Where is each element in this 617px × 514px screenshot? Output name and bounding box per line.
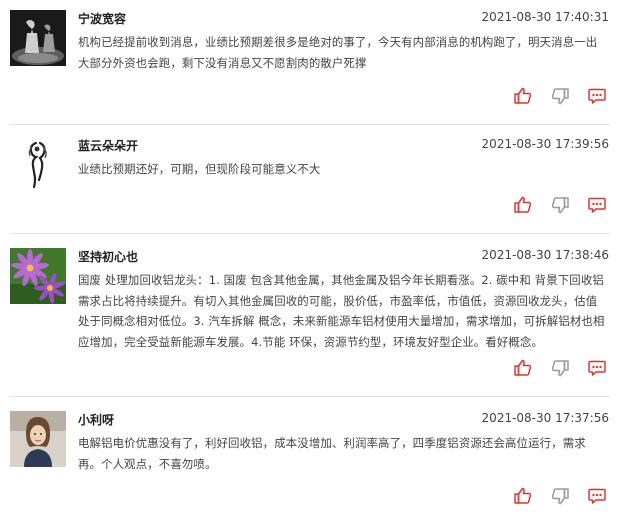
comment-text: 国废 处理加回收铝龙头：1. 国废 包含其他金属，其他金属及铝今年长期看涨。2.…: [78, 273, 605, 349]
reply-button[interactable]: [586, 194, 608, 216]
thumbs-down-icon: [551, 488, 569, 505]
username[interactable]: 小利呀: [78, 411, 114, 428]
thumbs-up-icon: [514, 196, 532, 213]
dislike-button[interactable]: [549, 357, 571, 379]
reply-button[interactable]: [586, 357, 608, 379]
avatar[interactable]: [10, 137, 66, 193]
comment-actions: [512, 85, 608, 107]
thumbs-down-icon: [551, 197, 569, 214]
like-button[interactable]: [512, 485, 534, 507]
reply-button[interactable]: [586, 485, 608, 507]
comment-item: 坚持初心也 2021-08-30 17:38:46 国废 处理加回收铝龙头：1.…: [10, 248, 610, 383]
comment-item: 小利呀 2021-08-30 17:37:56 电解铝电价优惠没有了，利好回收铝…: [10, 411, 610, 511]
thumbs-down-icon: [551, 360, 569, 377]
username[interactable]: 宁波宽容: [78, 10, 126, 27]
dislike-button[interactable]: [549, 85, 571, 107]
avatar[interactable]: [10, 10, 66, 66]
comment-actions: [512, 194, 608, 216]
comment-text: 机构已经提前收到消息，业绩比预期差很多是绝对的事了，今天有内部消息的机构跑了，明…: [78, 35, 598, 70]
divider: [10, 124, 610, 125]
thumbs-down-icon: [551, 88, 569, 105]
thumbs-up-icon: [514, 359, 532, 376]
timestamp: 2021-08-30 17:38:46: [481, 248, 609, 262]
dislike-button[interactable]: [549, 485, 571, 507]
comment-icon: [588, 197, 606, 213]
like-button[interactable]: [512, 357, 534, 379]
divider: [10, 233, 610, 234]
comment-text: 电解铝电价优惠没有了，利好回收铝，成本没增加、利润率高了，四季度铝资源还会高位运…: [78, 436, 586, 471]
avatar[interactable]: [10, 248, 66, 304]
username[interactable]: 坚持初心也: [78, 248, 138, 265]
comment-item: 宁波宽容 2021-08-30 17:40:31 机构已经提前收到消息，业绩比预…: [10, 10, 610, 110]
dislike-button[interactable]: [549, 194, 571, 216]
like-button[interactable]: [512, 85, 534, 107]
divider: [10, 396, 610, 397]
comment-icon: [588, 360, 606, 376]
thumbs-up-icon: [514, 87, 532, 104]
thumbs-up-icon: [514, 487, 532, 504]
comment-text: 业绩比预期还好，可期，但现阶段可能意义不大: [78, 162, 321, 176]
comment-actions: [512, 485, 608, 507]
avatar[interactable]: [10, 411, 66, 467]
timestamp: 2021-08-30 17:37:56: [481, 411, 609, 425]
timestamp: 2021-08-30 17:40:31: [481, 10, 609, 24]
comment-actions: [512, 357, 608, 379]
reply-button[interactable]: [586, 85, 608, 107]
comment-icon: [588, 488, 606, 504]
comment-icon: [588, 88, 606, 104]
username[interactable]: 蓝云朵朵开: [78, 137, 138, 154]
timestamp: 2021-08-30 17:39:56: [481, 137, 609, 151]
comment-item: 蓝云朵朵开 2021-08-30 17:39:56 业绩比预期还好，可期，但现阶…: [10, 137, 610, 227]
like-button[interactable]: [512, 194, 534, 216]
